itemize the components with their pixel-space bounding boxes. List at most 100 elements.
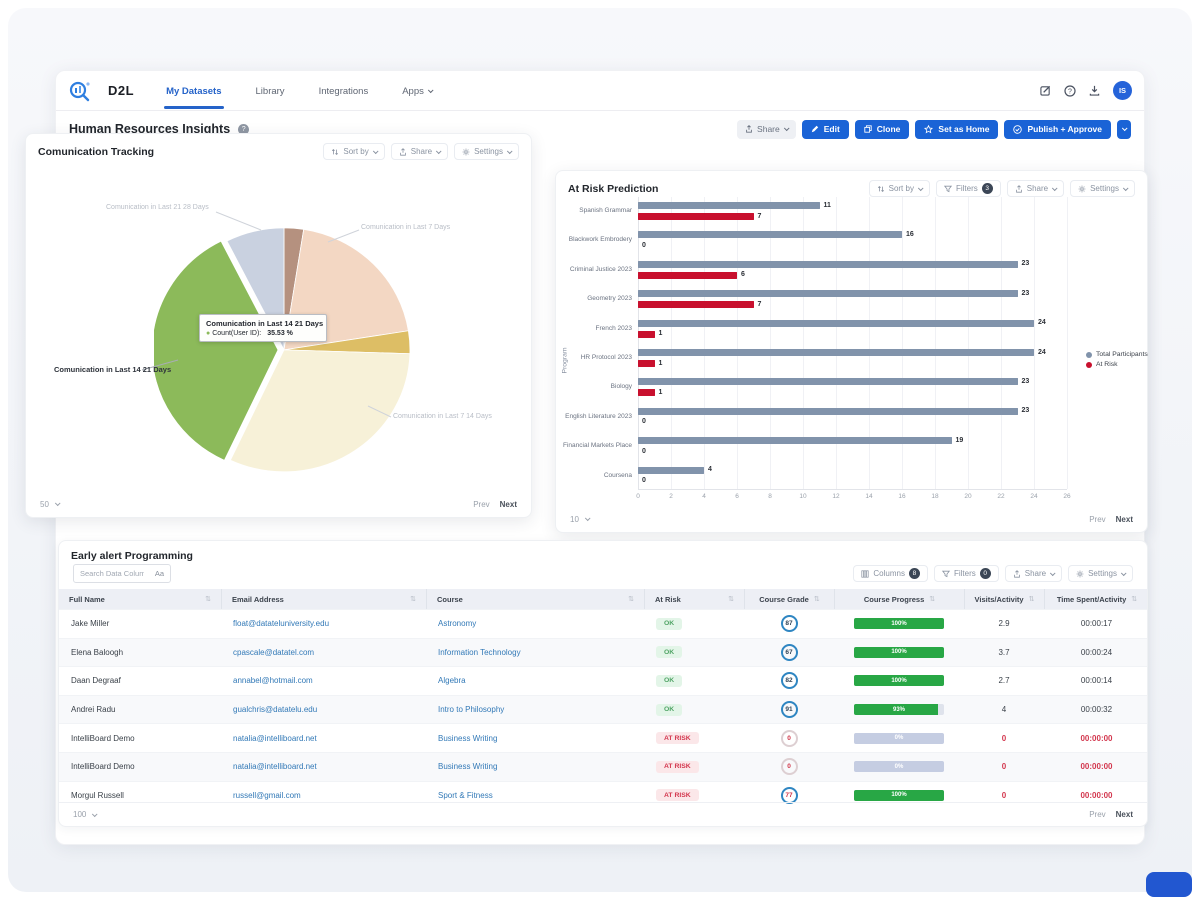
edit-button[interactable]: Edit	[802, 120, 849, 139]
filters-button[interactable]: Filters3	[936, 180, 1001, 197]
avatar[interactable]: IS	[1113, 81, 1132, 100]
column-header[interactable]: Course⇅	[426, 589, 644, 609]
bar-total-participants[interactable]	[638, 378, 1018, 385]
share-button[interactable]: Share	[1007, 180, 1064, 197]
bar-at-risk[interactable]	[638, 272, 737, 279]
cell-course-link[interactable]: Business Writing	[426, 734, 644, 743]
prev-button[interactable]: Prev	[1089, 810, 1105, 819]
cell-course-link[interactable]: Algebra	[426, 676, 644, 685]
progress-label: 93%	[854, 704, 944, 715]
chevron-down-icon	[507, 148, 513, 154]
columns-icon	[861, 570, 869, 578]
next-button[interactable]: Next	[1116, 515, 1133, 524]
bar-at-risk[interactable]	[638, 360, 655, 367]
cell-email-link[interactable]: annabel@hotmail.com	[221, 676, 426, 685]
column-header[interactable]: Course Grade⇅	[744, 589, 834, 609]
bar-at-risk[interactable]	[638, 331, 655, 338]
cell-email-link[interactable]: natalia@intelliboard.net	[221, 762, 426, 771]
page-size-select[interactable]: 50	[40, 500, 59, 509]
sort-by-button[interactable]: Sort by	[323, 143, 384, 160]
sort-icon[interactable]: ⇅	[410, 595, 416, 603]
bar-total-participants[interactable]	[638, 467, 704, 474]
cell-email-link[interactable]: russell@gmail.com	[221, 791, 426, 800]
chevron-down-icon	[585, 515, 591, 521]
columns-button[interactable]: Columns8	[853, 565, 928, 582]
sort-by-button[interactable]: Sort by	[869, 180, 930, 197]
grid-line	[1067, 197, 1068, 489]
next-button[interactable]: Next	[500, 500, 517, 509]
sort-icon[interactable]: ⇅	[929, 595, 935, 603]
cell-course-link[interactable]: Business Writing	[426, 762, 644, 771]
next-button[interactable]: Next	[1116, 810, 1133, 819]
bar-category-label: Criminal Justice 2023	[556, 266, 632, 274]
share-button[interactable]: Share	[737, 120, 796, 139]
cell-email-link[interactable]: cpascale@datatel.com	[221, 648, 426, 657]
search-box[interactable]: Aa	[73, 564, 171, 583]
settings-button[interactable]: Settings	[1070, 180, 1135, 197]
tab-my-datasets[interactable]: My Datasets	[164, 73, 223, 109]
publish-approve-button[interactable]: Publish + Approve	[1004, 120, 1111, 139]
column-header[interactable]: Visits/Activity⇅	[964, 589, 1044, 609]
cell-email-link[interactable]: gualchris@datatelu.edu	[221, 705, 426, 714]
bar-value-label: 24	[1038, 348, 1046, 357]
prev-button[interactable]: Prev	[1089, 515, 1105, 524]
column-header[interactable]: Time Spent/Activity⇅	[1044, 589, 1149, 609]
column-header[interactable]: Course Progress⇅	[834, 589, 964, 609]
sort-icon[interactable]: ⇅	[628, 595, 634, 603]
cell-email-link[interactable]: natalia@intelliboard.net	[221, 734, 426, 743]
page-size-select[interactable]: 10	[570, 515, 589, 524]
bar-at-risk[interactable]	[638, 301, 754, 308]
sort-icon[interactable]: ⇅	[1131, 595, 1137, 603]
bar-total-participants[interactable]	[638, 408, 1018, 415]
cell-full-name: Elena Baloogh	[59, 648, 221, 657]
share-button[interactable]: Share	[1005, 565, 1062, 582]
bar-total-participants[interactable]	[638, 231, 902, 238]
column-header[interactable]: Email Address⇅	[221, 589, 426, 609]
column-header[interactable]: Full Name⇅	[59, 589, 221, 609]
publish-dropdown-button[interactable]	[1117, 120, 1131, 139]
sort-icon[interactable]: ⇅	[205, 595, 211, 603]
bar-total-participants[interactable]	[638, 320, 1034, 327]
clone-button[interactable]: Clone	[855, 120, 910, 139]
bar-total-participants[interactable]	[638, 349, 1034, 356]
pie-label: Comunication in Last 21 28 Days	[106, 204, 209, 211]
sort-icon[interactable]: ⇅	[1029, 595, 1035, 603]
set-as-home-button[interactable]: Set as Home	[915, 120, 998, 139]
bar-total-participants[interactable]	[638, 437, 952, 444]
filters-button[interactable]: Filters0	[934, 565, 999, 582]
cell-email-link[interactable]: float@datateluniversity.edu	[221, 619, 426, 628]
tab-library[interactable]: Library	[254, 73, 287, 109]
search-input[interactable]	[80, 569, 144, 578]
bar-at-risk[interactable]	[638, 389, 655, 396]
help-icon[interactable]: ?	[1064, 85, 1076, 97]
cell-course-link[interactable]: Astronomy	[426, 619, 644, 628]
chat-button[interactable]	[1146, 872, 1192, 897]
settings-button[interactable]: Settings	[454, 143, 519, 160]
bar-total-participants[interactable]	[638, 202, 820, 209]
tab-integrations[interactable]: Integrations	[317, 73, 371, 109]
sort-icon[interactable]: ⇅	[814, 595, 820, 603]
bar-total-participants[interactable]	[638, 261, 1018, 268]
tab-apps[interactable]: Apps	[400, 73, 434, 109]
cell-course-link[interactable]: Sport & Fitness	[426, 791, 644, 800]
cell-visits: 0	[964, 734, 1044, 743]
settings-button[interactable]: Settings	[1068, 565, 1133, 582]
gear-icon	[462, 148, 470, 156]
bar-at-risk[interactable]	[638, 213, 754, 220]
progress-label: 100%	[854, 790, 944, 801]
page-size-select[interactable]: 100	[73, 810, 96, 819]
download-icon[interactable]	[1089, 85, 1100, 96]
bar-value-label: 7	[758, 300, 762, 309]
progress-bar: 100%	[854, 618, 944, 629]
column-header[interactable]: At Risk⇅	[644, 589, 744, 609]
cell-course-link[interactable]: Information Technology	[426, 648, 644, 657]
share-icon	[1015, 185, 1023, 193]
share-button[interactable]: Share	[391, 143, 448, 160]
table-row: Andrei Radugualchris@datatelu.eduIntro t…	[59, 695, 1147, 724]
compose-icon[interactable]	[1040, 85, 1051, 96]
bar-total-participants[interactable]	[638, 290, 1018, 297]
cell-course-link[interactable]: Intro to Philosophy	[426, 705, 644, 714]
match-case-toggle[interactable]: Aa	[155, 569, 164, 578]
sort-icon[interactable]: ⇅	[728, 595, 734, 603]
prev-button[interactable]: Prev	[473, 500, 489, 509]
